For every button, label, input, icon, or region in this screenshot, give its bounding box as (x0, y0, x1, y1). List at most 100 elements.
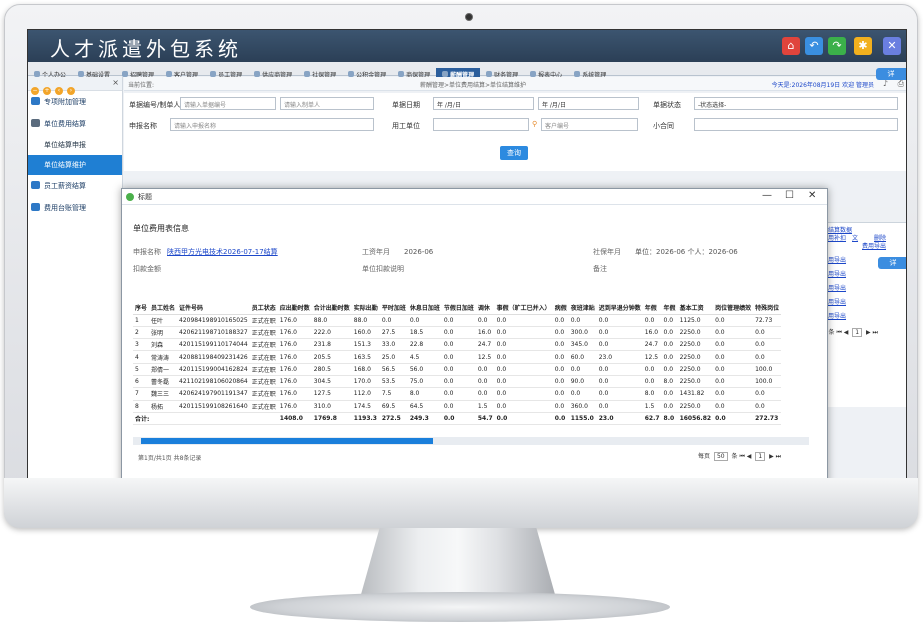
per-page-select[interactable]: 50 (713, 452, 728, 461)
table-cell: 205.5 (311, 350, 352, 364)
table-row[interactable]: 3 刘森 420115199110174044 正式在职 176.0 231.8 151.3… (133, 338, 782, 352)
table-cell: 22.8 (407, 338, 442, 352)
table-row[interactable]: 1 任叶 420984198910165025 正式在职 176.0 88.0 88.0 0.… (133, 314, 782, 327)
date-to-input[interactable]: 年 /月/日 (538, 97, 639, 110)
client-no-input[interactable]: 客户编号 (541, 118, 638, 131)
sum-cell: 54.7 (475, 412, 495, 426)
breadcrumb: 当前位置: 薪酬管理>单位费用结算>单位结算维护 今天是:2026年08月19日… (124, 77, 906, 91)
sum-row: 合计: 1408.0 1769.8 1193.3 272.5 249.3 0.0 54.7 0.… (133, 412, 782, 426)
column-header: 证件号码 (177, 302, 250, 315)
column-header: 病假 (552, 302, 569, 315)
status-select[interactable]: -状态选择- (694, 97, 898, 110)
back-icon[interactable]: ↶ (805, 37, 823, 55)
table-cell: 151.3 (351, 338, 380, 352)
home-icon[interactable]: ⌂ (782, 37, 800, 55)
column-header: 年假 (661, 302, 678, 315)
info-label: 工资年月 (362, 248, 390, 256)
settings-icon[interactable]: ✱ (854, 37, 872, 55)
table-cell: 8 (133, 400, 150, 413)
table-cell: 33.0 (379, 338, 408, 352)
sidebar-item-ledger[interactable]: 费用台账管理 (28, 197, 122, 219)
search-icon[interactable]: ⚲ (532, 120, 537, 128)
table-cell: 127.5 (311, 387, 352, 401)
table-cell: 72.73 (753, 314, 782, 327)
next-page-icon[interactable]: ▶ (769, 453, 774, 460)
printer-icon[interactable]: ⎙ (898, 79, 904, 89)
first-page-icon[interactable]: ⏮ (739, 453, 744, 460)
table-cell: 8.0 (661, 375, 678, 389)
table-cell: 0.0 (596, 387, 643, 401)
table-row[interactable]: 7 魏三三 420624197901191347 正式在职 176.0 127.5 112.… (133, 387, 782, 401)
chevron-down-icon (31, 119, 40, 127)
table-cell: 0.0 (642, 375, 662, 389)
date-from-input[interactable]: 年 /月/日 (433, 97, 534, 110)
table-cell: 8.0 (407, 387, 442, 401)
declare-name-link[interactable]: 陕西甲方光电技术2026-07-17结算 (167, 248, 278, 256)
table-row[interactable]: 4 常涛涛 420881198409231426 正式在职 176.0 205.5 163.… (133, 350, 782, 364)
declare-name-input[interactable]: 请输入申报名称 (170, 118, 374, 131)
employer-input[interactable] (433, 118, 529, 131)
sum-cell: 1193.3 (351, 412, 380, 426)
scrollbar-thumb[interactable] (141, 438, 433, 444)
search-form: 单据编号/制单人 请输入单据编号 请输入制单人 单据日期 年 /月/日 年 /月… (124, 93, 906, 171)
bell-icon[interactable]: ♪ (883, 79, 888, 88)
table-cell: 常涛涛 (149, 350, 178, 364)
table-row[interactable]: 5 郑倩一 420115199004162824 正式在职 176.0 280.5 168.… (133, 363, 782, 376)
table-row[interactable]: 2 张明 420621198710188327 正式在职 176.0 222.0 160.0… (133, 326, 782, 340)
table-cell: 0.0 (494, 363, 553, 376)
detail-side-tab[interactable]: 详 (878, 257, 906, 269)
sidebar-item-special-deduction[interactable]: 专项附加管理 (28, 91, 122, 113)
row-action-link[interactable]: 文 (852, 233, 858, 242)
top-detail-tab[interactable]: 详 (876, 68, 906, 80)
sidebar-item-unit-settlement[interactable]: 单位费用结算 (28, 113, 122, 135)
maximize-icon[interactable]: ☐ (785, 190, 794, 201)
column-header: 节假日加班 (441, 302, 476, 315)
query-button[interactable]: 查询 (500, 146, 528, 160)
table-row[interactable]: 6 蕾冬磊 421102198106020864 正式在职 176.0 304.5 170.… (133, 375, 782, 389)
table-cell: 0.0 (552, 363, 569, 376)
column-header: 平时加班 (379, 302, 408, 315)
table-cell: 0.0 (552, 387, 569, 401)
table-cell: 0.0 (494, 350, 553, 364)
dialog-close-icon[interactable]: ✕ (808, 190, 816, 201)
sum-cell: 1408.0 (277, 412, 312, 426)
horizontal-scrollbar[interactable] (133, 437, 809, 445)
table-cell: 7 (133, 387, 150, 401)
close-icon[interactable]: ✕ (883, 37, 901, 55)
table-cell: 90.0 (568, 375, 597, 389)
sidebar-close-icon[interactable]: × (112, 78, 119, 87)
last-page-icon[interactable]: ⏭ (776, 453, 781, 460)
table-row[interactable]: 8 杨拓 420115199108261640 正式在职 176.0 310.0 174.5… (133, 400, 782, 413)
label-doc-date: 单据日期 (392, 101, 420, 109)
table-cell: 0.0 (753, 400, 782, 413)
maker-input[interactable]: 请输入制单人 (280, 97, 374, 110)
table-cell: 0.0 (661, 363, 678, 376)
forward-icon[interactable]: ↷ (828, 37, 846, 55)
contract-input[interactable] (694, 118, 898, 131)
minimize-icon[interactable]: — (762, 190, 772, 201)
table-cell: 0.0 (441, 400, 476, 413)
table-cell: 2 (133, 326, 150, 340)
doc-no-input[interactable]: 请输入单据编号 (180, 97, 276, 110)
row-action-link[interactable]: 费用导出 (862, 241, 886, 250)
sidebar-item-unit-maintain[interactable]: 单位结算维护 (28, 155, 122, 175)
table-cell: 0.0 (596, 338, 643, 352)
column-header: 事假（旷工已并入） (494, 302, 553, 315)
sidebar-item-employee-salary[interactable]: 员工薪资结算 (28, 175, 122, 197)
column-header: 员工姓名 (149, 302, 178, 315)
prev-page-icon[interactable]: ◀ (747, 453, 752, 460)
table-cell: 0.0 (753, 350, 782, 364)
table-cell: 1 (133, 314, 150, 327)
sidebar-item-unit-declare[interactable]: 单位结算申报 (28, 135, 122, 155)
column-header: 年假 (642, 302, 662, 315)
info-value: 单位：2026-06 个人：2026-06 (635, 248, 738, 256)
column-header: 员工状态 (249, 302, 278, 315)
table-cell: 69.5 (379, 400, 408, 413)
table-cell: 163.5 (351, 350, 380, 364)
table-cell: 0.0 (494, 314, 553, 327)
breadcrumb-path: 薪酬管理>单位费用结算>单位结算维护 (420, 82, 527, 89)
page-select[interactable]: 1 (755, 452, 766, 461)
table-cell: 0.0 (475, 314, 495, 327)
bg-page-select[interactable]: 1 (852, 328, 863, 337)
table-cell: 0.0 (713, 375, 754, 389)
